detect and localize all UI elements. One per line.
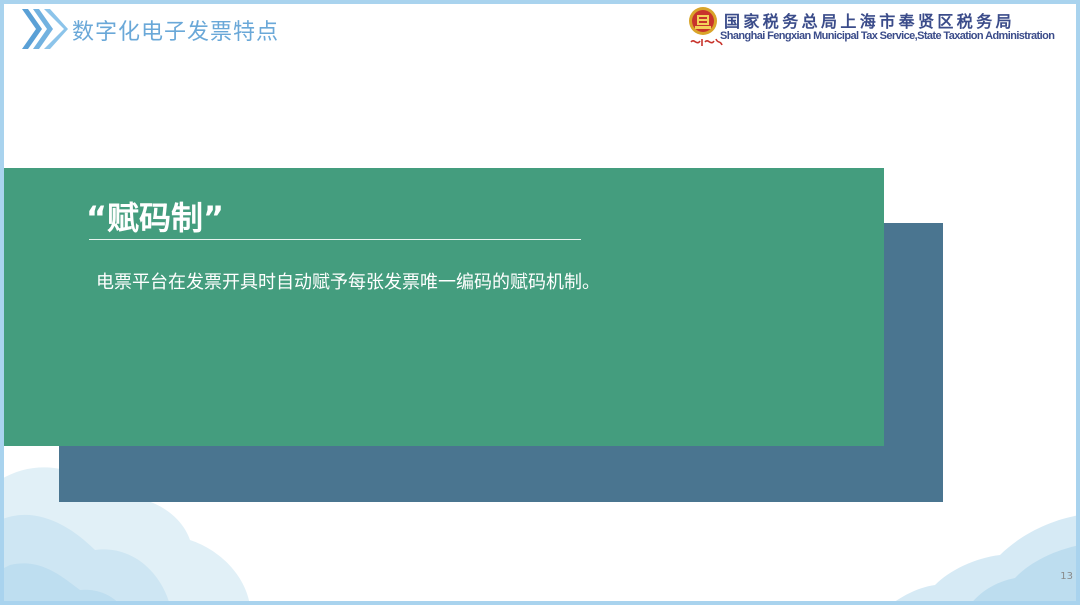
motto-calligraphy <box>690 38 723 46</box>
triple-chevron-right-icon <box>22 9 68 49</box>
organization-name-english: Shanghai Fengxian Municipal Tax Service,… <box>720 30 1055 42</box>
page-title: 数字化电子发票特点 <box>72 20 280 45</box>
page-number: 13 <box>1060 571 1073 582</box>
watercolor-wash-right <box>890 515 1080 605</box>
organization-name-chinese: 国家税务总局上海市奉贤区税务局 <box>724 12 1016 31</box>
title-underline <box>89 239 581 240</box>
card-body-text: 电票平台在发票开具时自动赋予每张发票唯一编码的赋码机制。 <box>96 272 600 293</box>
tax-emblem-icon <box>689 7 717 35</box>
card-title: “赋码制” <box>86 199 225 237</box>
